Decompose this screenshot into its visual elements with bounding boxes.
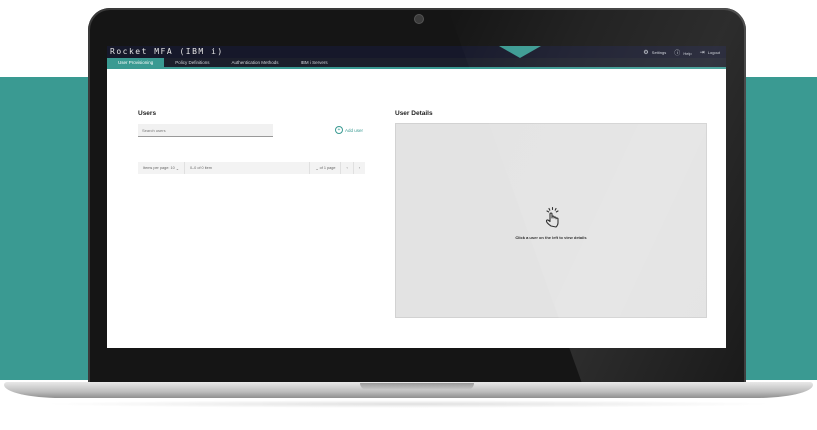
app-title: Rocket MFA (IBM i) xyxy=(110,47,224,56)
laptop-notch xyxy=(360,383,474,390)
chevron-down-icon: ⌄ xyxy=(175,166,179,171)
chevron-down-icon: ⌄ xyxy=(315,166,319,171)
items-per-page-label: Items per page: xyxy=(143,166,170,170)
hand-pointer-icon xyxy=(545,206,559,228)
add-user-button[interactable]: + Add user xyxy=(335,126,363,134)
items-per-page-value: 10 xyxy=(170,166,175,170)
tab-authentication-methods[interactable]: Authentication Methods xyxy=(221,58,290,67)
pagination: Items per page: 10 ⌄ 0–0 of 0 item ⌄ of … xyxy=(138,162,365,174)
logout-label: Logout xyxy=(707,50,720,55)
tab-ibm-i-servers[interactable]: IBM i Servers xyxy=(290,58,339,67)
add-icon: + xyxy=(335,126,343,134)
help-icon: ⓘ xyxy=(674,51,681,57)
user-details-panel: Click a user on the left to view details xyxy=(395,123,707,318)
next-page-button[interactable]: › xyxy=(354,162,365,174)
items-per-page[interactable]: Items per page: 10 ⌄ xyxy=(138,162,185,174)
user-details-heading: User Details xyxy=(395,110,433,117)
search-users-input[interactable]: Search users xyxy=(138,124,273,137)
page-count-text: of 1 page xyxy=(319,166,336,170)
app-screen: Rocket MFA (IBM i) ⚙ Settings ⓘ Help ⇥ L… xyxy=(107,46,726,348)
prev-page-button[interactable]: ‹ xyxy=(341,162,354,174)
nav-underline xyxy=(107,67,726,69)
logout-button[interactable]: ⇥ Logout xyxy=(700,49,720,56)
page-select[interactable]: ⌄ of 1 page xyxy=(310,162,342,174)
add-user-label: Add user xyxy=(345,127,364,133)
header-accent xyxy=(499,46,541,58)
webcam xyxy=(414,14,424,24)
app-header: Rocket MFA (IBM i) ⚙ Settings ⓘ Help ⇥ L… xyxy=(107,46,726,58)
item-range: 0–0 of 0 item xyxy=(185,162,311,174)
gear-icon: ⚙ xyxy=(643,50,649,56)
tab-policy-definitions[interactable]: Policy Definitions xyxy=(164,58,220,67)
laptop-shadow xyxy=(40,400,777,408)
settings-button[interactable]: ⚙ Settings xyxy=(643,49,666,56)
main-nav: User Provisioning Policy Definitions Aut… xyxy=(107,58,726,67)
help-button[interactable]: ⓘ Help xyxy=(674,48,691,57)
logout-icon: ⇥ xyxy=(699,50,705,56)
chevron-left-icon: ‹ xyxy=(346,166,348,170)
help-label: Help xyxy=(683,51,692,56)
settings-label: Settings xyxy=(651,50,667,55)
tab-user-provisioning[interactable]: User Provisioning xyxy=(107,58,165,67)
chevron-right-icon: › xyxy=(358,166,360,170)
header-actions: ⚙ Settings ⓘ Help ⇥ Logout xyxy=(643,48,720,57)
details-empty-message: Click a user on the left to view details xyxy=(515,235,587,240)
users-heading: Users xyxy=(138,110,157,117)
